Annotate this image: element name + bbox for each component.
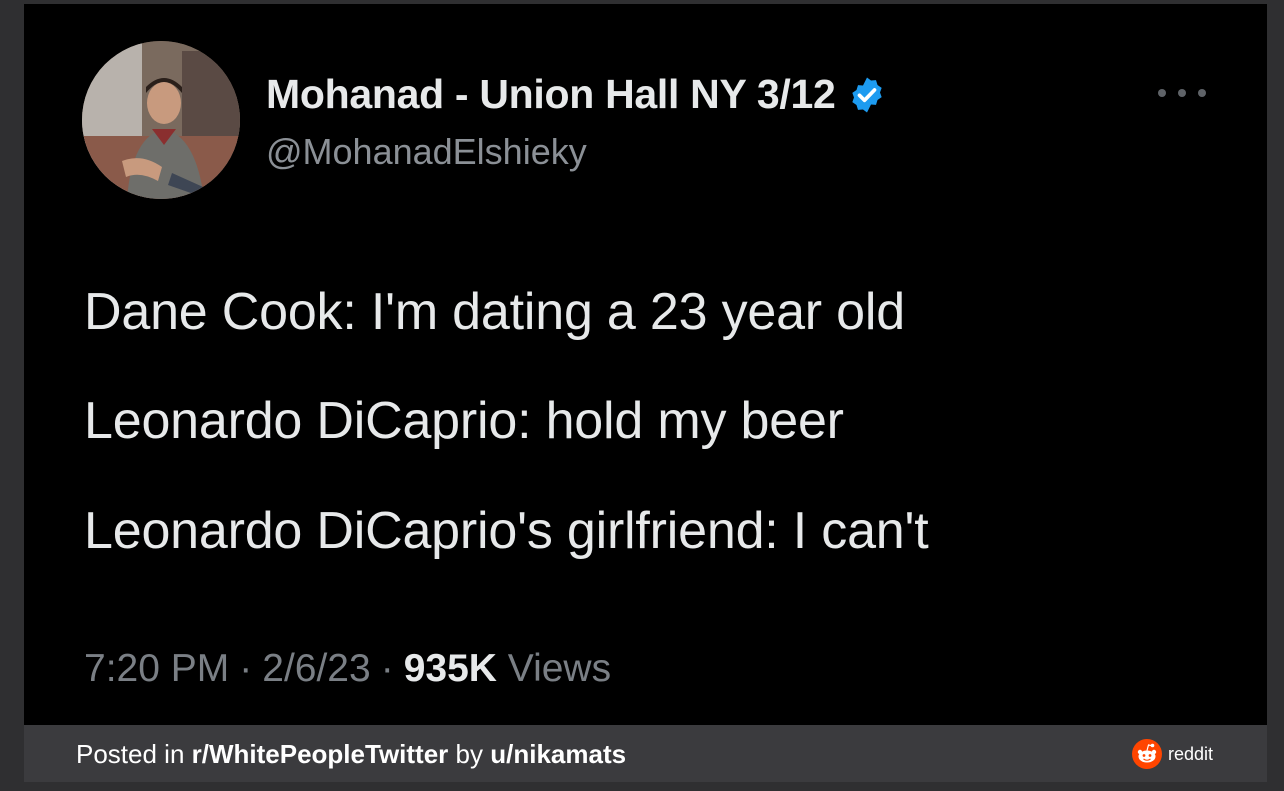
tweet-text-line: Leonardo DiCaprio's girlfriend: I can't <box>84 502 929 560</box>
subreddit-link[interactable]: r/WhitePeopleTwitter <box>192 739 449 769</box>
views-label: Views <box>507 647 612 690</box>
reddit-footer: Posted in r/WhitePeopleTwitter by u/nika… <box>24 725 1267 782</box>
tweet-date[interactable]: 2/6/23 <box>262 647 370 690</box>
posted-in-label: Posted in <box>76 739 185 769</box>
tweet-text-line: Dane Cook: I'm dating a 23 year old <box>84 283 905 341</box>
verified-badge-icon <box>852 77 883 112</box>
display-name[interactable]: Mohanad - Union Hall NY 3/12 <box>266 71 836 118</box>
more-dot <box>1178 89 1186 97</box>
tweet-time[interactable]: 7:20 PM <box>84 647 229 690</box>
by-label: by <box>455 739 483 769</box>
display-name-row[interactable]: Mohanad - Union Hall NY 3/12 <box>266 71 887 118</box>
meta-separator: · <box>239 647 253 690</box>
user-handle[interactable]: @MohanadElshieky <box>266 131 587 173</box>
reddit-alien-icon <box>1131 739 1162 769</box>
reddit-logo[interactable]: reddit <box>1131 739 1213 769</box>
tweet-meta: 7:20 PM · 2/6/23 · 935K Views <box>84 647 611 691</box>
avatar-photo <box>82 41 240 199</box>
avatar[interactable] <box>82 41 240 199</box>
tweet-text-line: Leonardo DiCaprio: hold my beer <box>84 392 844 450</box>
footer-attribution: Posted in r/WhitePeopleTwitter by u/nika… <box>76 739 626 770</box>
more-horizontal-icon[interactable] <box>1158 81 1206 105</box>
user-link[interactable]: u/nikamats <box>490 739 626 769</box>
tweet-card: Mohanad - Union Hall NY 3/12 @MohanadEls… <box>24 4 1267 725</box>
more-dot <box>1198 89 1206 97</box>
screenshot-frame: Mohanad - Union Hall NY 3/12 @MohanadEls… <box>0 0 1284 791</box>
reddit-wordmark: reddit <box>1167 743 1213 764</box>
views-count: 935K <box>403 647 497 690</box>
more-dot <box>1158 89 1166 97</box>
meta-separator: · <box>380 647 394 690</box>
